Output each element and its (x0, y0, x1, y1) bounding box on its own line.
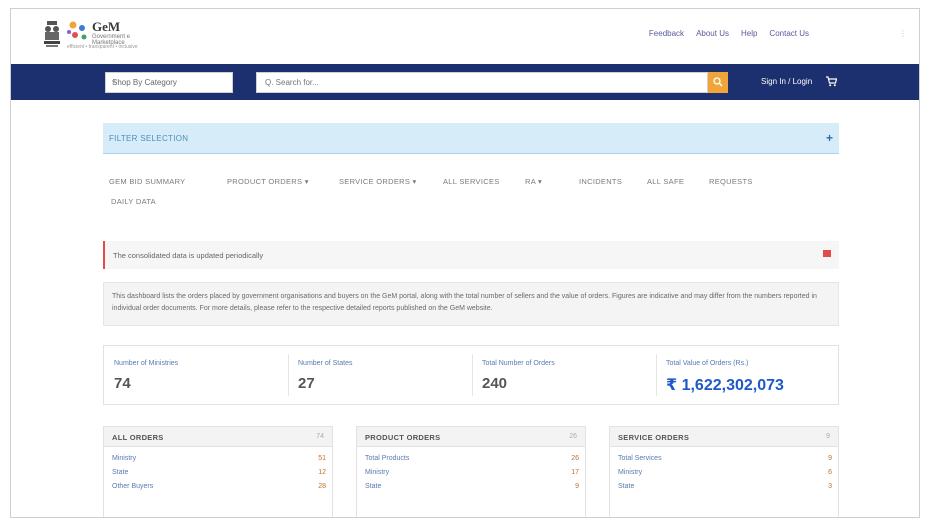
card-header: SERVICE ORDERS 9 (610, 427, 838, 447)
row-label: State (112, 469, 129, 476)
row-label: State (365, 483, 382, 490)
search-button[interactable] (708, 72, 728, 93)
filter-selection-title: FILTER SELECTION (109, 134, 189, 143)
tab-product-orders[interactable]: PRODUCT ORDERS ▾ (227, 177, 309, 186)
tab-all-services[interactable]: ALL SERVICES (443, 177, 500, 186)
tab-daily-data[interactable]: DAILY DATA (111, 197, 156, 206)
stat-label: Number of Ministries (114, 360, 179, 367)
top-link-about[interactable]: About Us (696, 29, 729, 38)
chevron-down-icon: ▾ (112, 79, 116, 86)
stat-value: 27 (298, 375, 315, 392)
stats-panel: Number of Ministries 74 Number of States… (103, 345, 839, 405)
row-value: 51 (318, 455, 326, 462)
stat-value: 74 (114, 375, 131, 392)
card-count: 26 (569, 433, 577, 440)
row-label: Ministry (112, 455, 137, 462)
stat-label: Number of States (298, 360, 353, 367)
alert-banner: The consolidated data is updated periodi… (103, 241, 839, 269)
tab-gem-bid-summary[interactable]: GEM BID SUMMARY (109, 177, 185, 186)
flag-icon (823, 250, 831, 257)
stat-value: ₹ 1,622,302,073 (666, 377, 784, 394)
row-label: State (618, 483, 635, 490)
browser-page: GeM Government e Marketplace efficient •… (10, 8, 920, 518)
card-title: PRODUCT ORDERS (365, 433, 441, 442)
search-icon (713, 77, 723, 87)
row-label: Total Products (365, 455, 410, 462)
stat-states: Number of States 27 (288, 346, 472, 404)
stat-value: 240 (482, 375, 508, 392)
tab-all-safe[interactable]: ALL SAFE (647, 177, 684, 186)
list-item[interactable]: State 12 (112, 469, 326, 481)
row-value: 28 (318, 483, 326, 490)
row-value: 9 (828, 455, 832, 462)
list-item[interactable]: Total Products 26 (365, 455, 579, 467)
top-link-contact[interactable]: Contact Us (769, 29, 809, 38)
list-item[interactable]: Other Buyers 28 (112, 483, 326, 495)
stat-label: Total Value of Orders (Rs.) (666, 360, 749, 367)
row-value: 9 (575, 483, 579, 490)
card-all-orders: ALL ORDERS 74 Ministry 51 State 12 Other… (103, 426, 333, 517)
card-title: SERVICE ORDERS (618, 433, 690, 442)
list-item[interactable]: Ministry 51 (112, 455, 326, 467)
card-service-orders: SERVICE ORDERS 9 Total Services 9 Minist… (609, 426, 839, 517)
info-panel: This dashboard lists the orders placed b… (103, 282, 839, 326)
card-title: ALL ORDERS (112, 433, 164, 442)
list-item[interactable]: Ministry 6 (618, 469, 832, 481)
search-input[interactable] (256, 72, 708, 93)
search-navbar: Shop By Category ▾ Sign In / Login (11, 64, 919, 100)
card-header: PRODUCT ORDERS 26 (357, 427, 585, 447)
row-value: 26 (571, 455, 579, 462)
gem-logo-tagline: efficient • transparent • inclusive (67, 44, 138, 50)
list-item[interactable]: State 9 (365, 483, 579, 495)
stat-label: Total Number of Orders (482, 360, 555, 367)
row-label: Other Buyers (112, 483, 154, 490)
expand-icon[interactable]: + (826, 131, 833, 145)
row-value: 3 (828, 483, 832, 490)
tab-ra[interactable]: RA ▾ (525, 177, 542, 186)
tab-incidents[interactable]: INCIDENTS (579, 177, 622, 186)
alert-text: The consolidated data is updated periodi… (113, 251, 264, 260)
cart-icon[interactable] (826, 76, 838, 89)
gem-logo[interactable]: GeM Government e Marketplace efficient •… (65, 19, 145, 51)
row-value: 12 (318, 469, 326, 476)
row-label: Ministry (618, 469, 643, 476)
gem-logo-text: GeM (92, 19, 121, 34)
top-link-help[interactable]: Help (741, 29, 757, 38)
row-label: Ministry (365, 469, 390, 476)
top-header: GeM Government e Marketplace efficient •… (11, 9, 919, 63)
tab-service-orders[interactable]: SERVICE ORDERS ▾ (339, 177, 417, 186)
list-item[interactable]: Total Services 9 (618, 455, 832, 467)
tab-requests[interactable]: REQUESTS (709, 177, 753, 186)
top-link-feedback[interactable]: Feedback (649, 29, 684, 38)
top-links: Feedback About Us Help Contact Us (649, 29, 809, 38)
card-product-orders: PRODUCT ORDERS 26 Total Products 26 Mini… (356, 426, 586, 517)
filter-selection-bar[interactable]: FILTER SELECTION + (103, 123, 839, 154)
stat-orders: Total Number of Orders 240 (472, 346, 656, 404)
card-count: 9 (826, 433, 830, 440)
stat-order-value: Total Value of Orders (Rs.) ₹ 1,622,302,… (656, 346, 840, 404)
row-value: 17 (571, 469, 579, 476)
national-emblem-logo[interactable] (41, 19, 63, 49)
more-icon[interactable]: ⋮ (899, 29, 907, 38)
stat-ministries: Number of Ministries 74 (104, 346, 288, 404)
row-label: Total Services (618, 455, 662, 462)
list-item[interactable]: Ministry 17 (365, 469, 579, 481)
login-link[interactable]: Sign In / Login (761, 77, 812, 86)
card-header: ALL ORDERS 74 (104, 427, 332, 447)
row-value: 6 (828, 469, 832, 476)
category-dropdown[interactable]: Shop By Category ▾ (105, 72, 233, 93)
card-count: 74 (316, 433, 324, 440)
list-item[interactable]: State 3 (618, 483, 832, 495)
